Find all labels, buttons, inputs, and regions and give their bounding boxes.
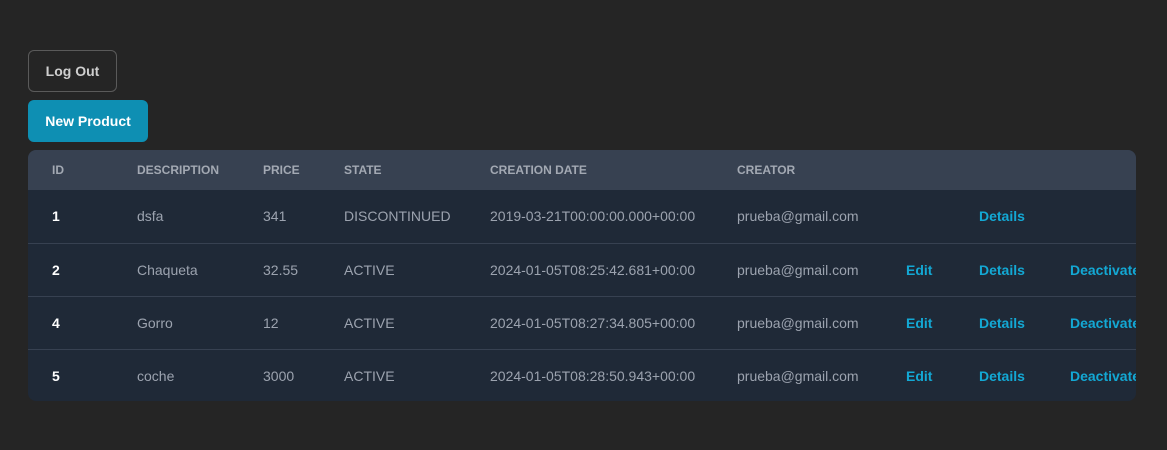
cell-details: Details: [979, 296, 1070, 349]
deactivate-link[interactable]: Deactivate: [1070, 368, 1136, 384]
cell-creator: prueba@gmail.com: [737, 261, 859, 278]
cell-creation-date: 2024-01-05T08:27:34.805+00:00: [490, 314, 696, 331]
header-edit: [906, 150, 979, 190]
cell-id: 1: [52, 208, 60, 225]
deactivate-link[interactable]: Deactivate: [1070, 262, 1136, 278]
cell-creator: prueba@gmail.com: [737, 314, 859, 331]
cell-state: ACTIVE: [344, 314, 395, 331]
cell-details: Details: [979, 243, 1070, 296]
table-row: 2 Chaqueta 32.55 ACTIVE 2024-01-05T08:25…: [28, 243, 1136, 296]
header-creation-date: CREATION DATE: [490, 163, 587, 177]
cell-state: ACTIVE: [344, 367, 395, 384]
products-table: ID DESCRIPTION PRICE STATE CREATION DATE…: [28, 150, 1136, 401]
details-link[interactable]: Details: [979, 368, 1025, 384]
cell-id: 5: [52, 367, 60, 384]
cell-deactivate: Deactivate: [1070, 349, 1136, 401]
edit-link[interactable]: Edit: [906, 368, 932, 384]
header-deactivate: [1070, 150, 1136, 190]
cell-deactivate: Deactivate: [1070, 243, 1136, 296]
table-row: 4 Gorro 12 ACTIVE 2024-01-05T08:27:34.80…: [28, 296, 1136, 349]
table-header: ID DESCRIPTION PRICE STATE CREATION DATE…: [28, 150, 1136, 190]
header-description: DESCRIPTION: [137, 163, 220, 177]
cell-creation-date: 2024-01-05T08:28:50.943+00:00: [490, 367, 696, 384]
logout-button[interactable]: Log Out: [28, 50, 117, 92]
cell-id: 4: [52, 314, 60, 331]
cell-edit: Edit: [906, 349, 979, 401]
details-link[interactable]: Details: [979, 262, 1025, 278]
header-state: STATE: [344, 163, 382, 177]
cell-edit: Edit: [906, 296, 979, 349]
cell-state: DISCONTINUED: [344, 208, 451, 225]
edit-link[interactable]: Edit: [906, 262, 932, 278]
cell-description: dsfa: [137, 208, 164, 225]
cell-price: 12: [263, 314, 279, 331]
cell-state: ACTIVE: [344, 261, 395, 278]
products-page: Log Out New Product ID DESCRIPTION PRICE…: [0, 0, 1167, 450]
cell-price: 3000: [263, 367, 295, 384]
header-creator: CREATOR: [737, 163, 796, 177]
cell-details: Details: [979, 349, 1070, 401]
header-price: PRICE: [263, 163, 300, 177]
header-details: [979, 150, 1070, 190]
table-row: 1 dsfa 341 DISCONTINUED 2019-03-21T00:00…: [28, 190, 1136, 243]
cell-description: coche: [137, 367, 175, 384]
details-link[interactable]: Details: [979, 208, 1025, 224]
cell-edit: [906, 190, 979, 243]
header-id: ID: [52, 163, 64, 177]
cell-id: 2: [52, 261, 60, 278]
cell-price: 341: [263, 208, 287, 225]
details-link[interactable]: Details: [979, 315, 1025, 331]
cell-description: Chaqueta: [137, 261, 198, 278]
new-product-button[interactable]: New Product: [28, 100, 148, 142]
cell-price: 32.55: [263, 261, 299, 278]
table-row: 5 coche 3000 ACTIVE 2024-01-05T08:28:50.…: [28, 349, 1136, 401]
cell-details: Details: [979, 190, 1070, 243]
cell-description: Gorro: [137, 314, 173, 331]
cell-creator: prueba@gmail.com: [737, 208, 859, 225]
cell-edit: Edit: [906, 243, 979, 296]
cell-deactivate: [1070, 190, 1136, 243]
deactivate-link[interactable]: Deactivate: [1070, 315, 1136, 331]
cell-creation-date: 2019-03-21T00:00:00.000+00:00: [490, 208, 696, 225]
cell-deactivate: Deactivate: [1070, 296, 1136, 349]
table-body: 1 dsfa 341 DISCONTINUED 2019-03-21T00:00…: [28, 190, 1136, 401]
cell-creator: prueba@gmail.com: [737, 367, 859, 384]
cell-creation-date: 2024-01-05T08:25:42.681+00:00: [490, 261, 696, 278]
edit-link[interactable]: Edit: [906, 315, 932, 331]
